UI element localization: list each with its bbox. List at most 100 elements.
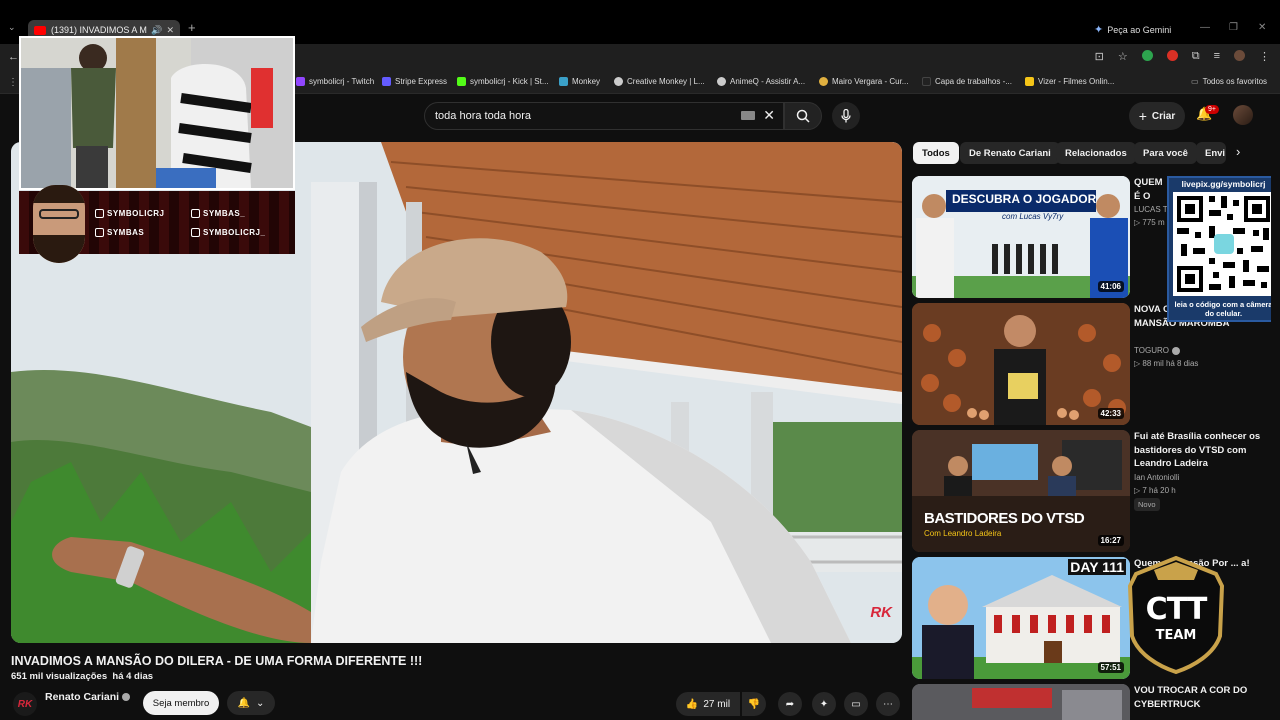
bookmark-label: Vizer - Filmes Onlin... — [1038, 77, 1115, 86]
profile-avatar[interactable] — [1234, 50, 1245, 61]
save-icon: ▭ — [851, 698, 861, 710]
bookmark-item[interactable]: symbolicrj - Kick | St... — [457, 77, 549, 86]
share-button[interactable]: ➦ — [778, 692, 802, 716]
video-thumbnail[interactable]: BASTIDORES DO VTSD Com Leandro Ladeira 1… — [912, 430, 1130, 552]
media-icon[interactable]: ≡ — [1214, 50, 1220, 63]
save-button[interactable]: ▭ — [844, 692, 868, 716]
chip-all[interactable]: Todos — [913, 142, 959, 164]
like-count: 27 mil — [703, 698, 731, 710]
video-duration: 57:51 — [1097, 662, 1124, 673]
back-icon[interactable]: ← — [8, 51, 19, 63]
maximize-icon[interactable]: ❐ — [1229, 22, 1238, 33]
bookmark-item[interactable]: symbolicrj - Twitch — [296, 77, 374, 86]
install-icon[interactable]: ⊡ — [1095, 50, 1104, 63]
close-window-icon[interactable]: ✕ — [1258, 22, 1266, 33]
notifications-badge: 9+ — [1205, 105, 1219, 114]
bookmark-label: symbolicrj - Kick | St... — [470, 77, 549, 86]
webcam-overlay — [19, 36, 295, 190]
close-tab-icon[interactable]: ✕ — [166, 25, 174, 36]
tiktok-icon — [191, 209, 200, 218]
bookmark-item[interactable]: Monkey — [559, 77, 600, 86]
bookmark-item[interactable]: Vizer - Filmes Onlin... — [1025, 77, 1114, 86]
video-duration: 41:06 — [1097, 281, 1124, 292]
recommendation-channel[interactable]: LUCAS T — [1134, 205, 1168, 214]
verified-icon — [122, 693, 131, 702]
channel-avatar[interactable]: RK — [13, 692, 37, 716]
search-query: toda hora toda hora — [435, 110, 532, 122]
tab-search-icon[interactable]: ⌄ — [8, 22, 16, 33]
video-duration: 16:27 — [1097, 535, 1124, 546]
video-thumbnail[interactable] — [912, 684, 1130, 720]
channel-name[interactable]: Renato Cariani — [45, 691, 131, 703]
search-input[interactable]: toda hora toda hora ✕ — [424, 102, 784, 130]
voice-search-button[interactable] — [832, 102, 860, 130]
more-actions-button[interactable]: ⋯ — [876, 692, 900, 716]
new-tab-button[interactable]: + — [188, 20, 196, 35]
chevron-right-icon[interactable]: › — [1236, 144, 1240, 159]
chip-related[interactable]: Relacionados — [1056, 142, 1136, 164]
channel-watermark: RK — [870, 604, 892, 621]
all-bookmarks[interactable]: ▭ Todos os favoritos — [1191, 77, 1267, 86]
remix-button[interactable]: ✦ — [812, 692, 836, 716]
bookmark-star-icon[interactable]: ☆ — [1118, 50, 1128, 63]
qr-caption: leia o código com a câmera do celular. — [1174, 300, 1273, 318]
twitch-icon — [95, 209, 104, 218]
new-badge: Novo — [1134, 498, 1160, 511]
bookmark-favicon-icon — [819, 77, 828, 86]
video-thumbnail[interactable]: 42:33 — [912, 303, 1130, 425]
extensions-puzzle-icon[interactable]: ⧉ — [1192, 50, 1200, 63]
team-logo: CTT TEAM — [1124, 555, 1228, 675]
search-button[interactable] — [784, 102, 822, 130]
bookmark-item[interactable]: AnimeQ - Assistir A... — [717, 77, 805, 86]
gemini-icon: ✦ — [1094, 24, 1104, 36]
join-button[interactable]: Seja membro — [143, 691, 219, 715]
bookmark-item[interactable]: Mairo Vergara - Cur... — [819, 77, 908, 86]
bookmark-favicon-icon — [457, 77, 466, 86]
recommendation-channel[interactable]: Ian Antoniolli — [1134, 473, 1179, 482]
stream-socials-panel: SYMBOLICRJ SYMBAS_ SYMBAS SYMBOLICRJ_ — [19, 185, 295, 263]
qr-code-icon — [1173, 192, 1274, 296]
like-button[interactable]: 👍 27 mil — [676, 692, 740, 716]
recommendation-title[interactable]: QUEM É O PROFIS — [1134, 176, 1166, 203]
bookmark-favicon-icon — [296, 77, 305, 86]
recommendation-title[interactable]: Fui até Brasília conhecer os bastidores … — [1134, 430, 1264, 471]
chip-for-you[interactable]: Para você — [1134, 142, 1197, 164]
clear-search-icon[interactable]: ✕ — [763, 107, 775, 124]
video-thumbnail[interactable]: DESCUBRA O JOGADOR com Lucas Vy7ry 41:06 — [912, 176, 1130, 298]
recommendation-channel[interactable]: TOGURO — [1134, 346, 1180, 355]
chip-from-channel[interactable]: De Renato Cariani — [960, 142, 1060, 164]
chip-more[interactable]: Envi — [1196, 142, 1226, 164]
dislike-button[interactable]: 👎 — [742, 692, 766, 716]
chrome-menu-icon[interactable]: ⋮ — [1259, 50, 1270, 63]
video-thumbnail[interactable]: DAY 111 57:51 — [912, 557, 1130, 679]
recommendation-title[interactable]: VOU TROCAR A COR DO CYBERTRUCK — [1134, 684, 1264, 720]
upload-age: há 4 dias — [112, 671, 154, 682]
page-scrollbar[interactable] — [1271, 94, 1280, 720]
extension-icon[interactable] — [1166, 50, 1178, 61]
social-handle: SYMBOLICRJ_ — [203, 228, 266, 237]
bookmark-label: AnimeQ - Assistir A... — [730, 77, 806, 86]
gemini-label: Peça ao Gemini — [1107, 24, 1172, 35]
account-avatar[interactable] — [1233, 105, 1253, 125]
subscribe-notifications-button[interactable]: 🔔 ⌄ — [227, 691, 275, 715]
minimize-icon[interactable]: — — [1200, 22, 1210, 33]
bookmark-item[interactable]: Creative Monkey | L... — [614, 77, 705, 86]
create-label: Criar — [1151, 110, 1176, 122]
thumbnail-subtitle: Com Leandro Ladeira — [924, 529, 1002, 538]
bookmark-label: Stripe Express — [395, 77, 448, 86]
qr-url: livepix.gg/symbolicrj — [1181, 179, 1266, 189]
share-icon: ➦ — [785, 698, 795, 710]
keyboard-icon[interactable] — [741, 111, 755, 120]
create-button[interactable]: + Criar — [1129, 102, 1185, 130]
speaker-icon[interactable]: 🔊 — [151, 25, 162, 36]
bookmark-item[interactable]: Capa de trabalhos -... — [922, 77, 1012, 86]
recommendation-channel-text: TOGURO — [1134, 346, 1169, 355]
bookmark-label: Mairo Vergara - Cur... — [832, 77, 909, 86]
bookmark-favicon-icon — [717, 77, 726, 86]
thumbnail-image — [912, 684, 1130, 720]
bookmark-favicon-icon — [1025, 77, 1034, 86]
recommendation-meta-text: 7 há 20 h — [1142, 486, 1176, 495]
extension-icon[interactable] — [1141, 50, 1153, 61]
gemini-button[interactable]: ✦ Peça ao Gemini — [1094, 23, 1171, 36]
bookmark-item[interactable]: Stripe Express — [382, 77, 447, 86]
